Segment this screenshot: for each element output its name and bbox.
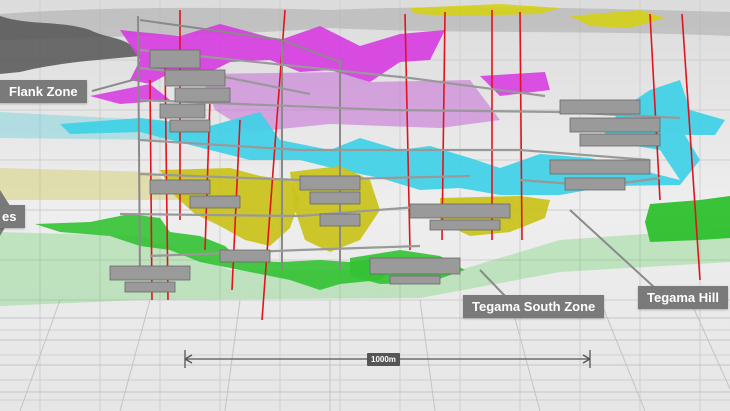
- flank-zone-label: Flank Zone: [0, 80, 87, 103]
- scale-bar-label: 1000m: [367, 353, 400, 366]
- tegama-hill-label: Tegama Hill: [638, 286, 729, 309]
- mine-3d-model-view: [0, 0, 730, 411]
- left-partial-label: es: [0, 205, 26, 228]
- tegama-south-zone-label: Tegama South Zone: [463, 295, 605, 318]
